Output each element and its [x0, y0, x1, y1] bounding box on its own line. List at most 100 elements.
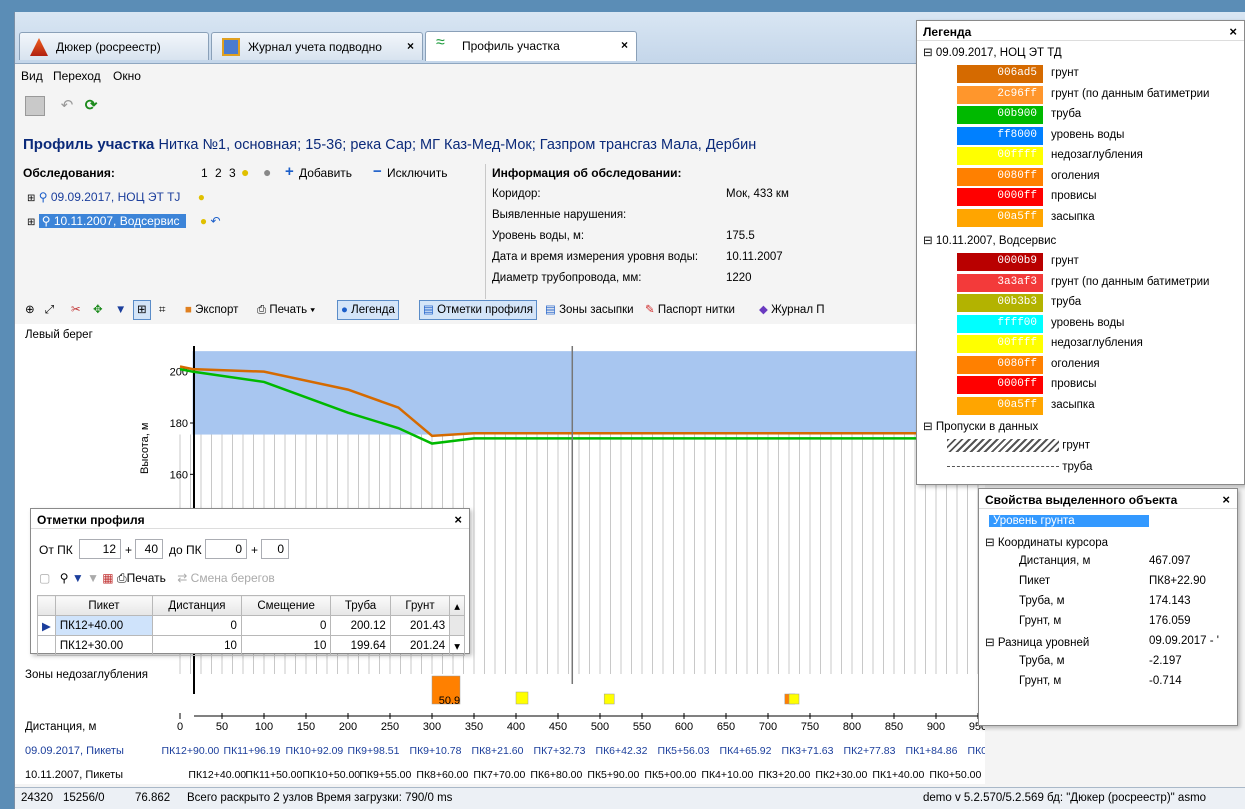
picket-label: ПК10+92.09 — [286, 745, 344, 757]
exclude-survey-button[interactable]: Исключить — [387, 166, 447, 180]
legend-group-1[interactable]: ⊟ 09.09.2017, НОЦ ЭТ ТД — [923, 45, 1062, 64]
tab-journal[interactable]: Журнал учета подводно × — [211, 32, 423, 60]
prop-key: Дистанция, м — [1019, 555, 1091, 567]
backfill-zones-button[interactable]: ▤ Зоны засыпки — [541, 300, 638, 320]
table-cell[interactable]: ПК12+40.00 — [54, 615, 154, 636]
profile-marks-button[interactable]: ▤ Отметки профиля — [419, 300, 537, 320]
table-cell[interactable]: 10 — [240, 635, 332, 656]
close-icon[interactable]: × — [621, 38, 628, 52]
col-header[interactable]: Труба — [330, 595, 391, 616]
table-cell[interactable]: 10 — [152, 635, 242, 656]
ruler-icon[interactable]: ✂ — [67, 300, 85, 320]
table-cell[interactable]: 0 — [152, 615, 242, 636]
close-icon[interactable]: × — [454, 512, 462, 527]
cursor-group[interactable]: ⊟ Координаты курсора — [985, 535, 1108, 549]
find-icon[interactable]: ⚲ — [60, 571, 69, 585]
from-pk-field[interactable]: 12 — [79, 539, 121, 559]
close-icon[interactable]: × — [407, 39, 414, 53]
clear-filter-icon[interactable]: ▼ — [87, 571, 99, 585]
scroll-up-icon[interactable]: ▴ — [449, 595, 465, 616]
undo-icon[interactable]: ↶ — [211, 214, 221, 228]
x-tick-label: 800 — [843, 721, 861, 733]
legend-group-2[interactable]: ⊟ 10.11.2007, Водсервис — [923, 233, 1056, 252]
to-pk-field[interactable]: 0 — [205, 539, 247, 559]
table-row[interactable]: ПК12+30.00 10 10 199.64 201.24 ▾ — [37, 635, 465, 656]
scroll-down-icon[interactable]: ▾ — [449, 635, 465, 656]
journal-button[interactable]: ◆ Журнал П — [755, 300, 829, 320]
col-header[interactable]: Пикет — [54, 595, 154, 616]
print-button[interactable]: ⎙Печать — [117, 571, 166, 585]
table-cell[interactable]: 201.24 — [389, 635, 451, 656]
from-offset-field[interactable]: 40 — [135, 539, 163, 559]
selected-object[interactable]: Уровень грунта — [989, 515, 1149, 527]
export-button[interactable]: ■ Экспорт — [181, 300, 242, 320]
col-header[interactable]: Грунт — [389, 595, 451, 616]
legend-item-label: грунт — [1051, 255, 1079, 267]
properties-panel: Свойства выделенного объекта × Уровень гр… — [978, 488, 1238, 726]
diff-group[interactable]: ⊟ Разница уровней — [985, 635, 1089, 649]
legend-group-3[interactable]: ⊟ Пропуски в данных — [923, 419, 1038, 438]
bulb-off-icon[interactable]: ● — [263, 164, 271, 180]
picket-label: ПК9+98.51 — [348, 745, 400, 757]
plus-sign: + — [251, 543, 259, 557]
undo-icon[interactable]: ↶ — [57, 96, 77, 116]
table-cell[interactable]: 201.43 — [389, 615, 451, 636]
legend-button[interactable]: ● Легенда — [337, 300, 399, 320]
collapse-icon[interactable]: ⊟ — [923, 421, 933, 433]
menu-navigate[interactable]: Переход — [53, 69, 101, 83]
bulb-icon[interactable]: ● — [241, 164, 249, 180]
info-value: Мок, 433 км — [726, 188, 789, 200]
tab-profile[interactable]: ≈ Профиль участка × — [425, 31, 637, 61]
row-header-cell — [37, 595, 56, 616]
to-offset-field[interactable]: 0 — [261, 539, 289, 559]
collapse-icon[interactable]: ⊟ — [923, 235, 933, 247]
table-cell[interactable]: 0 — [240, 615, 332, 636]
expand-icon[interactable]: ⊞ — [27, 217, 35, 228]
survey-tree-item-2[interactable]: ⊞ ⚲ 10.11.2007, Водсервис ● ↶ — [27, 214, 221, 228]
zoom-select-icon[interactable]: ⤢ — [41, 300, 58, 320]
table-cell[interactable]: ПК12+30.00 — [54, 635, 154, 656]
passport-button[interactable]: ✎ Паспорт нитки — [641, 300, 739, 320]
table-cell[interactable]: 199.64 — [330, 635, 391, 656]
grid-icon[interactable]: ⊞ — [133, 300, 151, 320]
close-icon[interactable]: × — [1229, 24, 1237, 39]
table-cell[interactable]: 200.12 — [330, 615, 391, 636]
printer-icon: ⎙ — [116, 571, 127, 585]
menu-view[interactable]: Вид — [21, 69, 43, 83]
swap-banks-button[interactable]: ⇄ Смена берегов — [177, 571, 275, 585]
color-swatch: 0000b9 — [957, 253, 1043, 271]
survey-selected[interactable]: ⚲ 10.11.2007, Водсервис — [38, 214, 186, 228]
bulb-icon[interactable]: ● — [200, 214, 207, 228]
survey-label: 09.09.2017, НОЦ ЭТ ТЈ — [50, 190, 181, 204]
filter-icon[interactable]: ▼ — [72, 571, 84, 585]
zoom-in-icon[interactable]: ⊕ — [21, 300, 39, 320]
scrollbar-thumb[interactable] — [449, 615, 465, 636]
save-icon[interactable] — [25, 96, 45, 116]
fit-icon[interactable]: ✥ — [89, 300, 107, 320]
frame-icon[interactable]: ⌗ — [155, 300, 169, 320]
new-icon[interactable]: ▢ — [39, 571, 50, 585]
color-swatch: 00ffff — [957, 147, 1043, 165]
close-icon[interactable]: × — [1222, 492, 1230, 507]
add-survey-button[interactable]: Добавить — [299, 166, 352, 180]
swap-icon: ⇄ — [177, 571, 188, 585]
color-swatch: 0000ff — [957, 376, 1043, 394]
collapse-icon[interactable]: ⊟ — [923, 47, 933, 59]
col-header[interactable]: Дистанция — [152, 595, 242, 616]
columns-icon[interactable]: ▦ — [102, 571, 113, 585]
zones-label: Зоны засыпки — [559, 304, 634, 316]
refresh-icon[interactable]: ⟳ — [81, 96, 101, 116]
survey-tree-item-1[interactable]: ⊞ ⚲ 09.09.2017, НОЦ ЭТ ТЈ ● — [27, 190, 205, 204]
table-row[interactable]: ▶ ПК12+40.00 0 0 200.12 201.43 — [37, 615, 465, 636]
expand-icon[interactable]: ⊞ — [27, 193, 35, 204]
tab-duker[interactable]: Дюкер (росреестр) — [19, 32, 209, 60]
bulb-icon[interactable]: ● — [198, 190, 205, 204]
left-bank-label: Левый берег — [25, 329, 93, 341]
menu-window[interactable]: Окно — [113, 69, 141, 83]
survey-numbers[interactable]: 1 2 3 — [201, 166, 238, 180]
col-header[interactable]: Смещение — [240, 595, 332, 616]
print-button[interactable]: ⎙ Печать ▾ — [253, 300, 319, 320]
survey-info-panel: Информация об обследовании: Коридор: Мок… — [485, 164, 915, 299]
filter-icon[interactable]: ▼ — [111, 300, 130, 320]
to-label: до ПК — [169, 543, 202, 557]
